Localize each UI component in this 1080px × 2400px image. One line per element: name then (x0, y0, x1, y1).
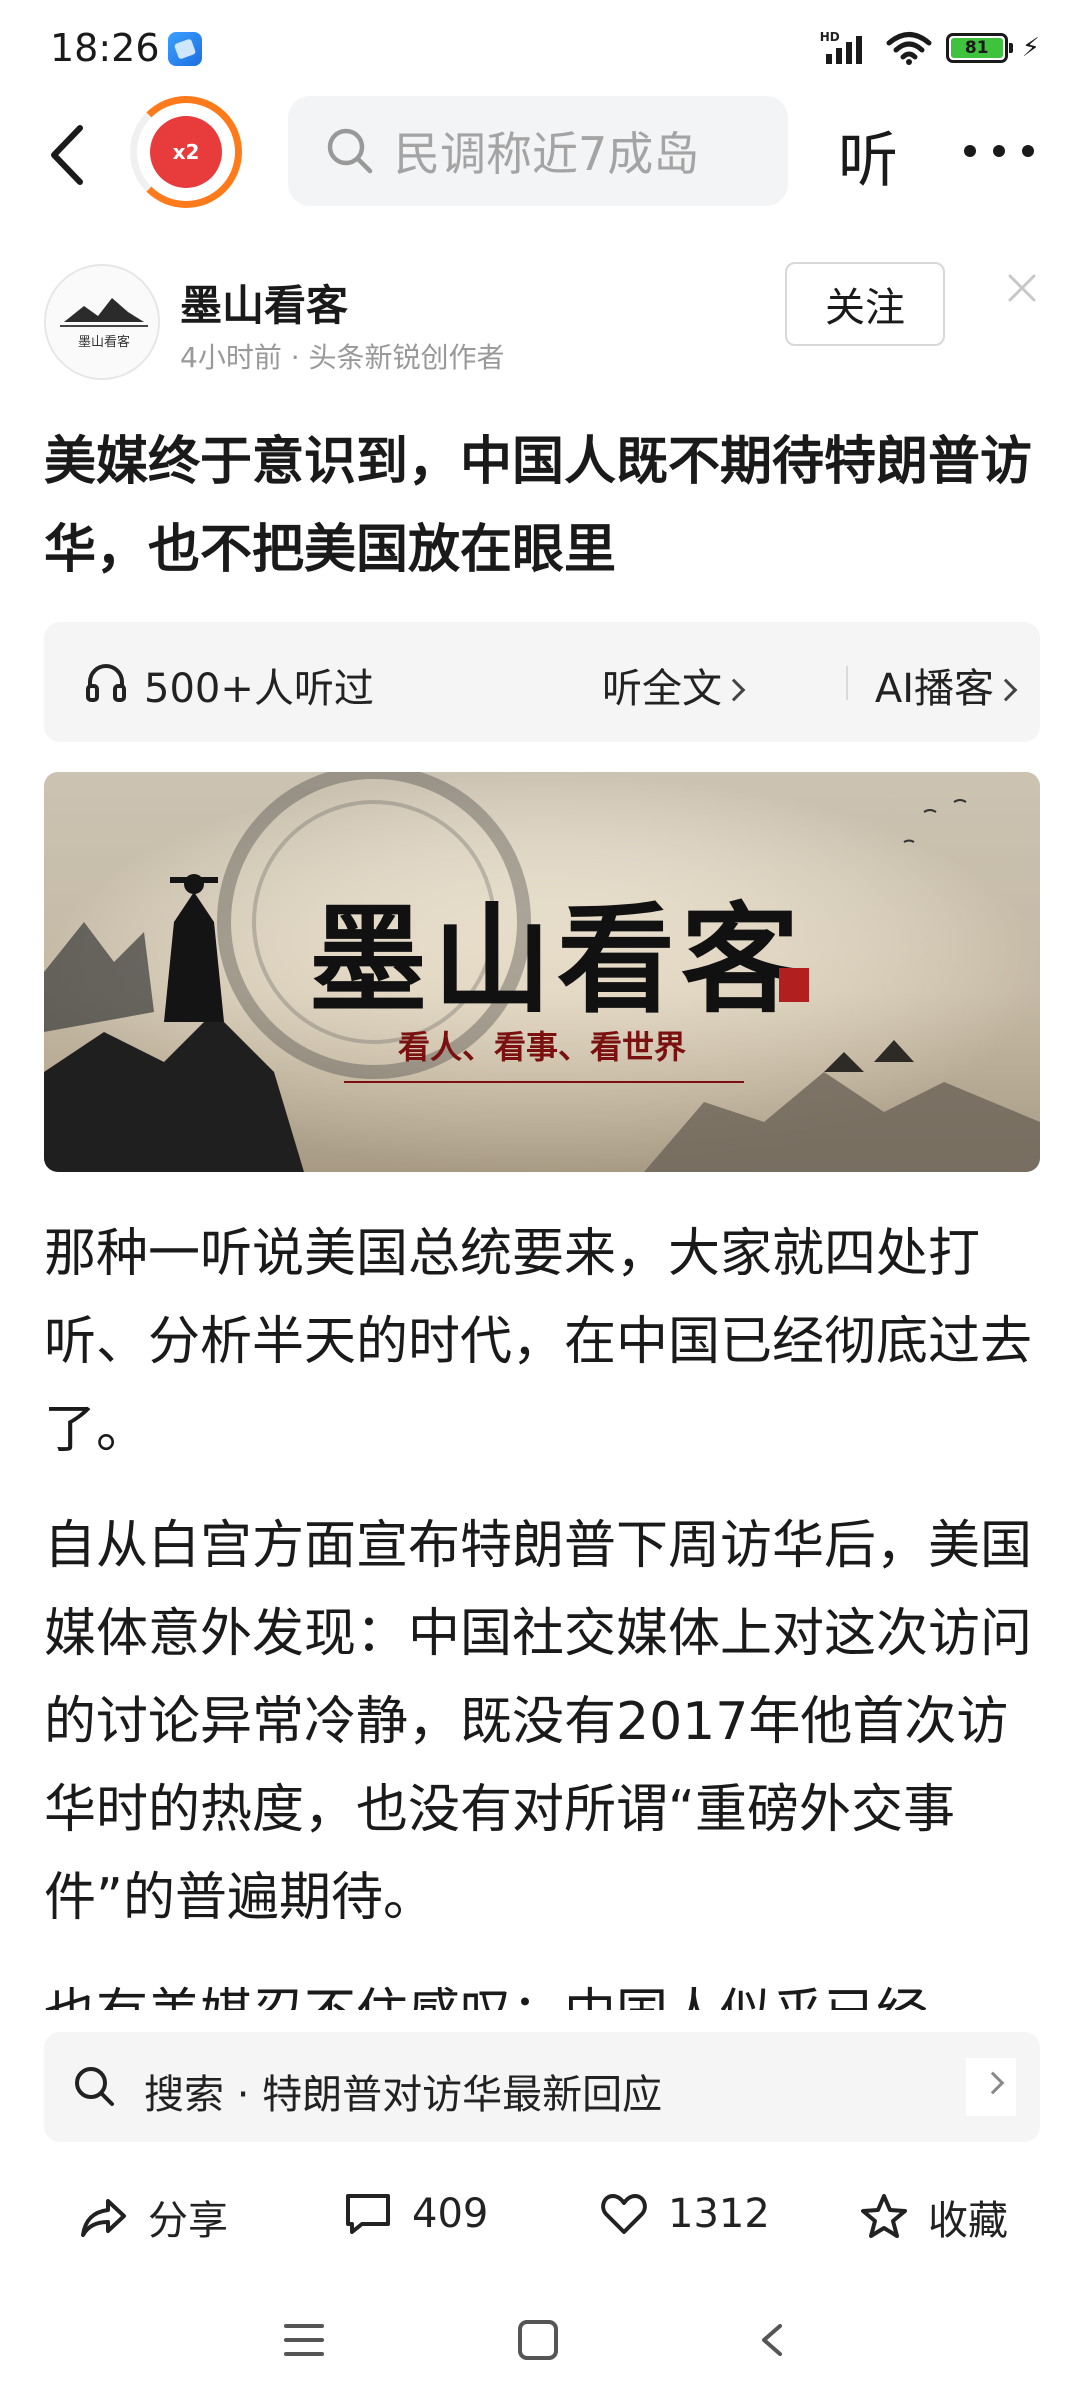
author-name[interactable]: 墨山看客 (180, 272, 348, 333)
search-suggestion-text: 搜索 · 特朗普对访华最新回应 (144, 2072, 663, 2118)
listen-full-button[interactable]: 听全文 (602, 656, 746, 714)
search-placeholder: 民调称近7成岛 (394, 127, 700, 181)
listen-full-label: 听全文 (602, 666, 722, 712)
search-input[interactable]: 民调称近7成岛 (288, 96, 788, 206)
like-button[interactable]: 1312 (598, 2188, 770, 2240)
comment-count: 409 (412, 2191, 489, 2237)
close-icon[interactable] (1004, 270, 1040, 306)
favorite-button[interactable]: 收藏 (858, 2188, 1008, 2246)
like-count: 1312 (668, 2191, 770, 2237)
paragraph: 也有美媒忍不住感叹：中国人似乎已经 (44, 1970, 1044, 2010)
chevron-right-icon[interactable] (966, 2058, 1016, 2116)
battery-icon: 81 (945, 33, 1013, 63)
chevron-right-icon (722, 678, 746, 702)
comment-button[interactable]: 409 (342, 2188, 488, 2240)
seal-stamp-icon (779, 968, 809, 1002)
headphone-icon (86, 664, 126, 702)
status-icons: HD 81 ⚡ (820, 30, 1040, 66)
comment-icon (346, 2194, 390, 2234)
author-row: 墨山看客 墨山看客 4小时前 · 头条新锐创作者 关注 (0, 262, 1080, 382)
battery-level: 81 (950, 38, 1003, 58)
system-back-button[interactable] (752, 2320, 792, 2360)
banner-title: 墨山看客 (309, 890, 806, 1029)
listen-button[interactable]: 听 (838, 112, 898, 199)
share-label: 分享 (148, 2198, 228, 2244)
paragraph: 自从白宫方面宣布特朗普下周访华后，美国媒体意外发现：中国社交媒体上对这次访问的讨… (44, 1516, 1033, 1928)
search-suggestion-bar[interactable]: 搜索 · 特朗普对访华最新回应 (44, 2032, 1040, 2142)
system-nav-bar (0, 2290, 1080, 2400)
action-bar: 分享 409 1312 收藏 (0, 2160, 1080, 2270)
home-button[interactable] (518, 2320, 558, 2360)
back-button[interactable] (40, 120, 100, 190)
svg-text:墨山看客: 墨山看客 (78, 334, 130, 350)
more-dot-icon (964, 145, 976, 157)
avatar-logo-icon: 墨山看客 (46, 266, 158, 378)
paragraph: 那种一听说美国总统要来，大家就四处打听、分析半天的时代，在中国已经彻底过去了。 (44, 1224, 1033, 1460)
star-icon (861, 2194, 907, 2238)
ai-podcast-button[interactable]: AI播客 (844, 656, 1018, 714)
favorite-label: 收藏 (928, 2198, 1008, 2244)
ai-podcast-label: AI播客 (874, 666, 994, 712)
article-body: 那种一听说美国总统要来，大家就四处打听、分析半天的时代，在中国已经彻底过去了。 … (44, 1210, 1044, 2010)
status-bar: 18:26 HD 81 ⚡ (0, 0, 1080, 95)
author-avatar[interactable]: 墨山看客 (44, 264, 160, 380)
search-icon (327, 128, 373, 174)
reward-multiplier: x2 (150, 116, 222, 188)
more-options-button[interactable] (964, 116, 1034, 186)
notification-app-icon (168, 32, 202, 66)
wifi-icon (886, 32, 932, 65)
share-icon (81, 2199, 126, 2237)
share-button[interactable]: 分享 (78, 2188, 228, 2246)
heart-icon (601, 2194, 647, 2234)
more-dot-icon (1022, 145, 1034, 157)
top-nav: x2 民调称近7成岛 听 (0, 90, 1080, 220)
banner-subtitle: 看人、看事、看世界 (397, 1028, 686, 1066)
recent-apps-button[interactable] (284, 2320, 324, 2360)
author-meta: 4小时前 · 头条新锐创作者 (180, 341, 505, 374)
more-dot-icon (993, 145, 1005, 157)
search-icon (75, 2067, 114, 2106)
status-time: 18:26 (50, 26, 160, 70)
reward-badge[interactable]: x2 (130, 96, 242, 208)
listen-bar: 500+人听过 听全文 AI播客 (44, 622, 1040, 742)
article-title: 美媒终于意识到，中国人既不期待特朗普访华，也不把美国放在眼里 (44, 432, 1033, 580)
chevron-right-icon (994, 678, 1018, 702)
article-banner-image[interactable]: 墨山看客 看人、看事、看世界 (44, 772, 1040, 1172)
signal-icon: HD (820, 30, 872, 66)
charging-icon: ⚡ (1021, 33, 1040, 63)
listen-count: 500+人听过 (144, 666, 374, 712)
follow-button[interactable]: 关注 (785, 262, 945, 346)
